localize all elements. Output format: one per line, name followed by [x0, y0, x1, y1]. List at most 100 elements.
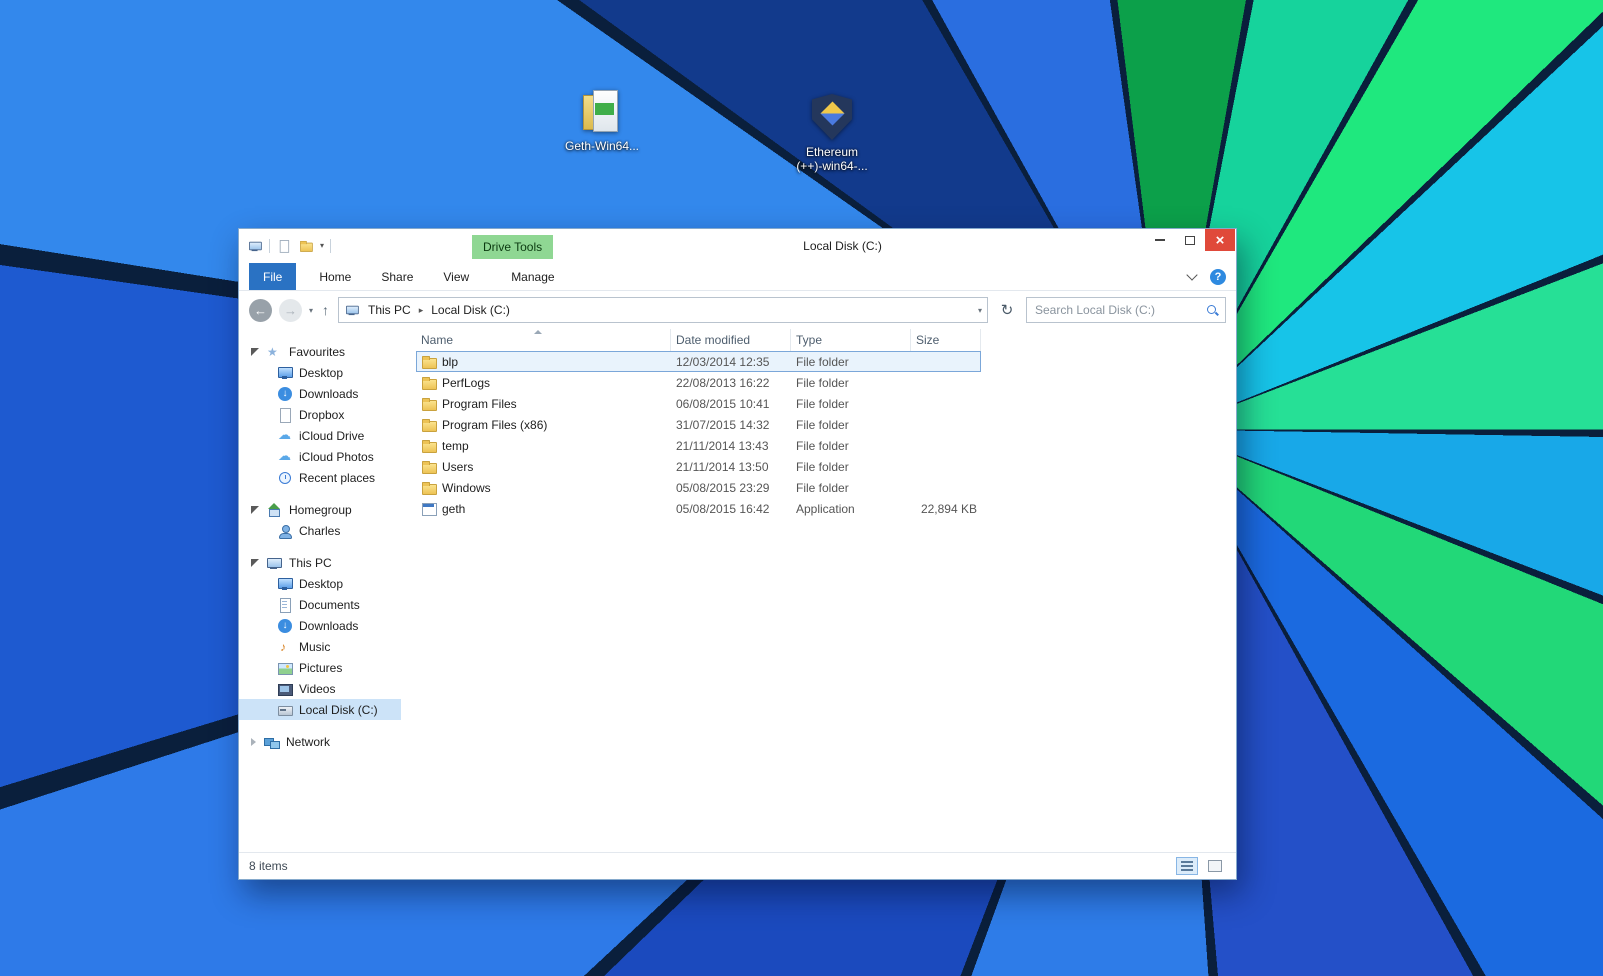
clock-icon [277, 470, 293, 486]
sidebar-item-pictures[interactable]: Pictures [239, 657, 401, 678]
expander-icon[interactable] [251, 347, 259, 356]
cloud-icon [277, 427, 293, 444]
sidebar-item-local-disk-c[interactable]: Local Disk (C:) [239, 699, 401, 720]
help-icon[interactable]: ? [1210, 268, 1226, 285]
minimize-icon [1155, 239, 1165, 241]
file-row-program-files-x86[interactable]: Program Files (x86) 31/07/2015 14:32 Fil… [416, 414, 981, 435]
folder-icon [421, 459, 437, 475]
sidebar-item-label: iCloud Photos [299, 449, 374, 464]
separator [330, 239, 332, 253]
tab-file[interactable]: File [249, 263, 297, 290]
recent-locations-icon[interactable]: ▾ [309, 306, 313, 315]
file-row-blp[interactable]: blp 12/03/2014 12:35 File folder [416, 351, 981, 372]
sidebar-group-favourites[interactable]: Favourites [239, 341, 401, 362]
explorer-app-icon [248, 239, 262, 253]
maximize-icon [1185, 235, 1195, 245]
file-row-temp[interactable]: temp 21/11/2014 13:43 File folder [416, 435, 981, 456]
titlebar[interactable]: ▾ Drive Tools Local Disk (C:) × [239, 229, 1236, 263]
address-bar[interactable]: This PC ▸ Local Disk (C:) ▾ [338, 297, 988, 323]
separator [269, 239, 270, 253]
window-title: Local Disk (C:) [803, 239, 882, 253]
sidebar-item-label: Downloads [299, 386, 359, 401]
tab-home[interactable]: Home [304, 263, 366, 290]
group-label: Favourites [289, 344, 346, 359]
sidebar-item-videos[interactable]: Videos [239, 678, 401, 699]
details-view-button[interactable] [1176, 857, 1198, 875]
group-label: This PC [289, 555, 332, 570]
user-icon [277, 523, 293, 539]
column-header-size[interactable]: Size [911, 329, 981, 351]
file-row-users[interactable]: Users 21/11/2014 13:50 File folder [416, 456, 981, 477]
tab-share[interactable]: Share [366, 263, 428, 290]
status-bar: 8 items [239, 852, 1236, 879]
up-button[interactable]: ↑ [320, 302, 331, 318]
drive-tools-contextual-tab[interactable]: Drive Tools [472, 235, 554, 259]
sidebar-item-downloads[interactable]: Downloads [239, 615, 401, 636]
refresh-button[interactable]: ↻ [995, 298, 1019, 322]
sidebar-item-recent-places[interactable]: Recent places [239, 467, 401, 488]
disk-icon [277, 702, 293, 718]
folder-icon [421, 417, 437, 433]
column-header-name[interactable]: Name [416, 329, 671, 351]
column-header-date-modified[interactable]: Date modified [671, 329, 791, 351]
file-row-perflogs[interactable]: PerfLogs 22/08/2013 16:22 File folder [416, 372, 981, 393]
group-label: Network [286, 734, 331, 749]
sidebar-item-charles[interactable]: Charles [239, 520, 401, 541]
desktop-icon-geth[interactable]: Geth-Win64... [554, 88, 650, 153]
close-button[interactable]: × [1205, 229, 1235, 251]
sidebar-group-homegroup[interactable]: Homegroup [239, 499, 401, 520]
ethereum-shield-icon [812, 94, 852, 140]
qat-new-folder-icon[interactable] [299, 239, 313, 253]
file-row-geth[interactable]: geth 05/08/2015 16:42 Application 22,894… [416, 498, 981, 519]
sidebar-item-dropbox[interactable]: Dropbox [239, 404, 401, 425]
file-row-windows[interactable]: Windows 05/08/2015 23:29 File folder [416, 477, 981, 498]
file-row-program-files[interactable]: Program Files 06/08/2015 10:41 File fold… [416, 393, 981, 414]
breadcrumb-this-pc[interactable]: This PC [366, 303, 413, 317]
sidebar-item-desktop-fav[interactable]: Desktop [239, 362, 401, 383]
back-button[interactable]: ← [249, 298, 272, 322]
sidebar-item-label: Desktop [299, 365, 344, 380]
document-icon [277, 597, 293, 613]
tab-manage[interactable]: Manage [496, 263, 569, 290]
qat-properties-icon[interactable] [277, 239, 291, 253]
address-dropdown-icon[interactable]: ▾ [978, 306, 982, 315]
maximize-button[interactable] [1175, 229, 1205, 251]
column-header-type[interactable]: Type [791, 329, 911, 351]
video-icon [277, 681, 293, 697]
minimize-button[interactable] [1145, 229, 1175, 251]
sidebar-item-icloud-drive[interactable]: iCloud Drive [239, 425, 401, 446]
sidebar-item-label: Charles [299, 523, 341, 538]
sidebar-item-documents[interactable]: Documents [239, 594, 401, 615]
tab-view[interactable]: View [428, 263, 484, 290]
forward-button[interactable]: → [279, 298, 302, 322]
sidebar-item-label: Documents [299, 597, 360, 612]
file-list-pane: Name Date modified Type Size blp 12/03/2… [401, 329, 1236, 852]
sidebar-item-label: iCloud Drive [299, 428, 365, 443]
sidebar-item-label: Local Disk (C:) [299, 702, 378, 717]
expander-icon[interactable] [251, 737, 256, 746]
ribbon-expand-icon[interactable] [1186, 268, 1198, 281]
breadcrumb-local-disk-c[interactable]: Local Disk (C:) [429, 303, 512, 317]
search-box[interactable] [1026, 297, 1226, 323]
qat-customize-icon[interactable]: ▾ [320, 241, 324, 251]
search-icon[interactable] [1206, 304, 1219, 317]
desktop-icon-label-geth: Geth-Win64... [564, 139, 640, 153]
sidebar-group-network[interactable]: Network [239, 731, 401, 752]
search-input[interactable] [1033, 302, 1202, 318]
expander-icon[interactable] [251, 505, 259, 514]
sidebar-item-desktop[interactable]: Desktop [239, 573, 401, 594]
large-icons-view-button[interactable] [1204, 857, 1226, 875]
items-count: 8 items [249, 859, 288, 873]
breadcrumb-separator-icon: ▸ [418, 304, 424, 315]
download-icon [277, 618, 293, 634]
sidebar-item-label: Dropbox [299, 407, 345, 422]
sidebar-item-music[interactable]: Music [239, 636, 401, 657]
desktop-icon-ethereum[interactable]: Ethereum (++)-win64-... [784, 94, 880, 173]
expander-icon[interactable] [251, 558, 259, 567]
folder-icon [421, 354, 437, 370]
sidebar-item-icloud-photos[interactable]: iCloud Photos [239, 446, 401, 467]
sidebar-item-label: Desktop [299, 576, 344, 591]
this-pc-icon [345, 303, 359, 317]
sidebar-item-downloads-fav[interactable]: Downloads [239, 383, 401, 404]
sidebar-group-this-pc[interactable]: This PC [239, 552, 401, 573]
